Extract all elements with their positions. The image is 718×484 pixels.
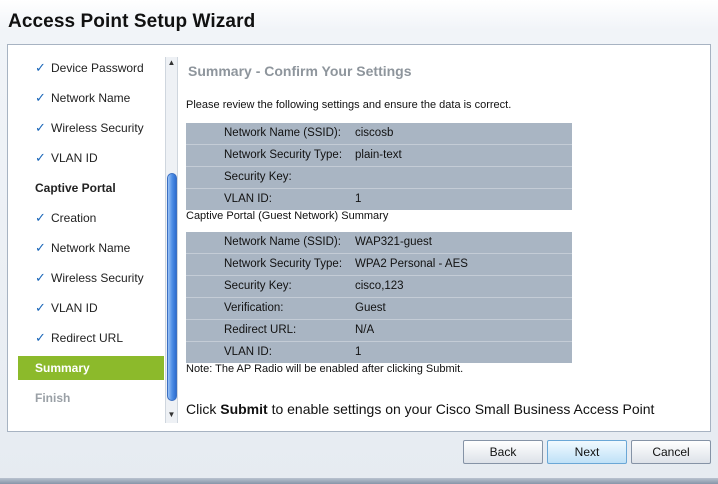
- submit-instruction-keyword: Submit: [220, 401, 268, 417]
- setting-key: Network Security Type:: [224, 258, 343, 270]
- setting-value: ciscosb: [355, 127, 394, 139]
- setting-key: VLAN ID:: [224, 346, 272, 358]
- sidebar-item-finish: Finish: [18, 386, 164, 410]
- checkmark-icon: ✓: [35, 210, 46, 225]
- checkmark-icon: ✓: [35, 240, 46, 255]
- scroll-down-icon[interactable]: ▼: [166, 409, 177, 421]
- sidebar-item-label: Summary: [35, 361, 90, 375]
- captive-portal-table: Network Name (SSID): WAP321-guest Networ…: [186, 232, 572, 363]
- sidebar-item-label: Finish: [35, 391, 71, 405]
- sidebar-item-device-password[interactable]: ✓ Device Password: [18, 56, 164, 80]
- page-title: Summary - Confirm Your Settings: [188, 63, 412, 79]
- table-row: Redirect URL: N/A: [186, 320, 572, 341]
- radio-note: Note: The AP Radio will be enabled after…: [186, 363, 464, 375]
- sidebar-item-network-name[interactable]: ✓ Network Name: [18, 86, 164, 110]
- setting-key: Network Security Type:: [224, 149, 343, 161]
- checkmark-icon: ✓: [35, 120, 46, 135]
- setting-value: plain-text: [355, 149, 402, 161]
- wizard-steps-sidebar: ✓ Device Password ✓ Network Name ✓ Wirel…: [18, 45, 164, 431]
- sidebar-item-cp-wireless-security[interactable]: ✓ Wireless Security: [18, 266, 164, 290]
- captive-portal-summary-heading: Captive Portal (Guest Network) Summary: [186, 210, 389, 222]
- window-bottom-bar: [0, 478, 718, 484]
- table-row: Security Key: cisco,123: [186, 276, 572, 297]
- summary-content: Summary - Confirm Your Settings Please r…: [186, 45, 706, 431]
- checkmark-icon: ✓: [35, 150, 46, 165]
- table-row: Verification: Guest: [186, 298, 572, 319]
- checkmark-icon: ✓: [35, 90, 46, 105]
- table-row: Network Security Type: plain-text: [186, 145, 572, 166]
- setting-key: Redirect URL:: [224, 324, 297, 336]
- setting-key: Verification:: [224, 302, 284, 314]
- sidebar-scrollbar[interactable]: ▲ ▼: [165, 57, 178, 423]
- network-settings-table: Network Name (SSID): ciscosb Network Sec…: [186, 123, 572, 210]
- sidebar-item-cp-vlan-id[interactable]: ✓ VLAN ID: [18, 296, 164, 320]
- checkmark-icon: ✓: [35, 270, 46, 285]
- sidebar-item-creation[interactable]: ✓ Creation: [18, 206, 164, 230]
- sidebar-item-cp-network-name[interactable]: ✓ Network Name: [18, 236, 164, 260]
- setting-key: Network Name (SSID):: [224, 127, 341, 139]
- sidebar-item-wireless-security[interactable]: ✓ Wireless Security: [18, 116, 164, 140]
- setting-value: WAP321-guest: [355, 236, 432, 248]
- wizard-panel: ✓ Device Password ✓ Network Name ✓ Wirel…: [7, 44, 711, 432]
- table-row: VLAN ID: 1: [186, 342, 572, 363]
- table-row: VLAN ID: 1: [186, 189, 572, 210]
- checkmark-icon: ✓: [35, 300, 46, 315]
- scroll-thumb[interactable]: [167, 173, 177, 401]
- window-title: Access Point Setup Wizard: [8, 11, 256, 32]
- checkmark-icon: ✓: [35, 330, 46, 345]
- checkmark-icon: ✓: [35, 60, 46, 75]
- setting-key: Security Key:: [224, 280, 292, 292]
- next-button[interactable]: Next: [547, 440, 627, 464]
- sidebar-item-label: Network Name: [51, 91, 131, 105]
- sidebar-item-label: Network Name: [51, 241, 131, 255]
- setting-value: WPA2 Personal - AES: [355, 258, 468, 270]
- sidebar-item-label: VLAN ID: [51, 301, 98, 315]
- submit-instruction-prefix: Click: [186, 401, 221, 417]
- sidebar-item-label: VLAN ID: [51, 151, 98, 165]
- sidebar-item-label: Wireless Security: [51, 271, 144, 285]
- cancel-button[interactable]: Cancel: [631, 440, 711, 464]
- setting-key: Network Name (SSID):: [224, 236, 341, 248]
- sidebar-section-captive-portal: Captive Portal: [18, 176, 164, 200]
- sidebar-item-summary[interactable]: Summary: [18, 356, 164, 380]
- table-row: Network Name (SSID): ciscosb: [186, 123, 572, 144]
- sidebar-item-label: Redirect URL: [51, 331, 124, 345]
- table-row: Network Security Type: WPA2 Personal - A…: [186, 254, 572, 275]
- intro-text: Please review the following settings and…: [186, 99, 512, 111]
- scroll-up-icon[interactable]: ▲: [166, 57, 177, 69]
- submit-instruction: Click Submit to enable settings on your …: [186, 401, 654, 417]
- sidebar-item-vlan-id[interactable]: ✓ VLAN ID: [18, 146, 164, 170]
- setting-value: N/A: [355, 324, 375, 336]
- sidebar-item-label: Device Password: [51, 61, 144, 75]
- table-row: Network Name (SSID): WAP321-guest: [186, 232, 572, 253]
- setting-value: cisco,123: [355, 280, 404, 292]
- sidebar-item-redirect-url[interactable]: ✓ Redirect URL: [18, 326, 164, 350]
- setting-key: Security Key:: [224, 171, 292, 183]
- setting-value: Guest: [355, 302, 386, 314]
- sidebar-item-label: Creation: [51, 211, 97, 225]
- submit-instruction-suffix: to enable settings on your Cisco Small B…: [267, 401, 655, 417]
- setting-key: VLAN ID:: [224, 193, 272, 205]
- setting-value: 1: [355, 193, 362, 205]
- table-row: Security Key:: [186, 167, 572, 188]
- back-button[interactable]: Back: [463, 440, 543, 464]
- sidebar-section-label: Captive Portal: [35, 181, 116, 195]
- sidebar-item-label: Wireless Security: [51, 121, 144, 135]
- setting-value: 1: [355, 346, 362, 358]
